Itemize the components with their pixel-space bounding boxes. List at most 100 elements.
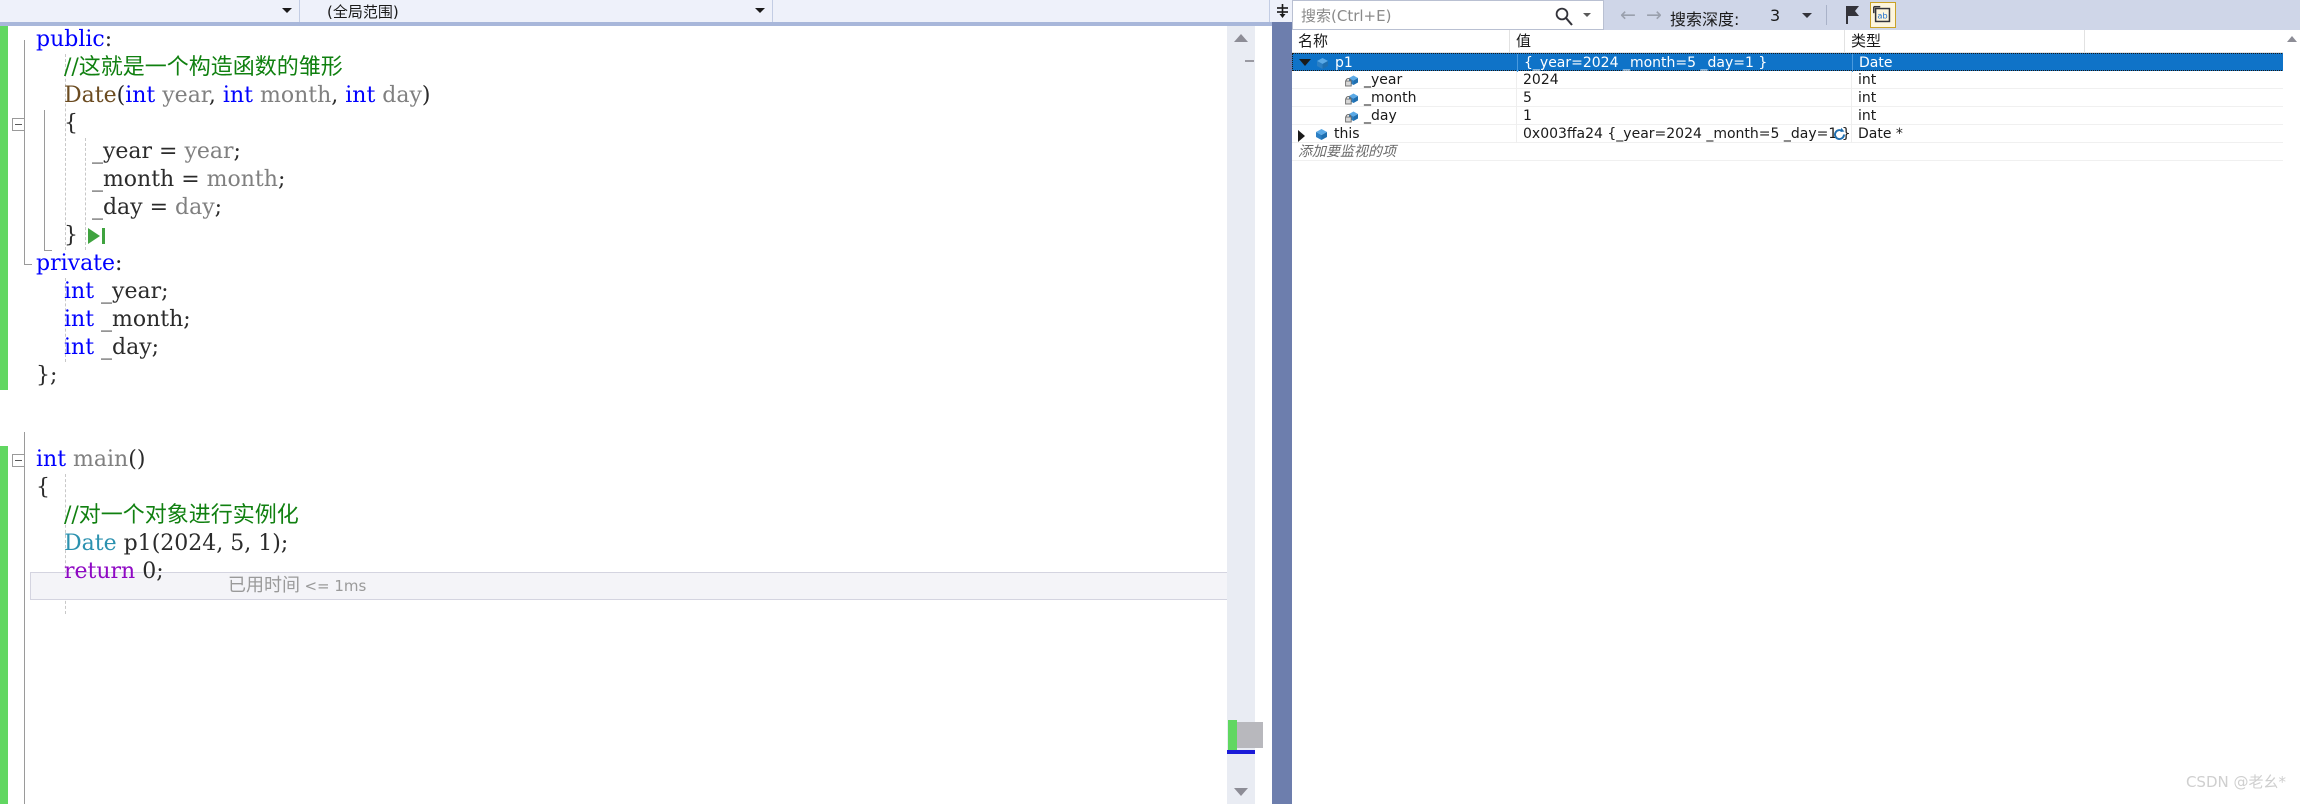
object-icon: [1315, 56, 1330, 71]
code-token: ;: [277, 167, 286, 192]
scope-dropdown[interactable]: (全局范围): [313, 0, 773, 22]
scrollbar-thumb[interactable]: [1237, 722, 1263, 748]
code-line[interactable]: [0, 390, 1255, 418]
scrollbar-caret-marker: [1227, 750, 1255, 754]
watch-vertical-scrollbar[interactable]: [2283, 30, 2300, 804]
code-line[interactable]: };: [0, 362, 1255, 390]
chevron-down-icon: [755, 8, 765, 13]
search-previous-button[interactable]: ←: [1618, 6, 1638, 25]
code-token: public: [36, 27, 105, 52]
watch-row[interactable]: _month 5 int: [1292, 89, 2300, 107]
code-line[interactable]: {: [0, 474, 1255, 502]
pin-icon: [1846, 6, 1859, 24]
elapsed-time-adornment: 已用时间 <= 1ms: [228, 572, 366, 600]
code-line[interactable]: Date p1(2024, 5, 1);: [0, 530, 1255, 558]
code-token: :: [104, 27, 113, 52]
column-header-type[interactable]: 类型: [1845, 30, 2085, 53]
search-depth-value[interactable]: 3: [1770, 6, 1780, 25]
code-lines[interactable]: public: //这就是一个构造函数的雏形 Date(int year, in…: [0, 26, 1255, 586]
code-token: }: [36, 223, 78, 248]
expander-expanded-icon[interactable]: [1299, 59, 1311, 66]
expander-collapsed-icon[interactable]: [1298, 130, 1305, 142]
code-token: int: [63, 307, 95, 332]
column-header-name[interactable]: 名称: [1292, 30, 1510, 53]
code-token: ,: [331, 83, 346, 108]
code-line[interactable]: [0, 418, 1255, 446]
code-token: Date: [63, 83, 117, 108]
refresh-icon[interactable]: [1832, 127, 1847, 142]
triangle-down-icon: [1234, 788, 1248, 796]
code-line[interactable]: _month = month;: [0, 166, 1255, 194]
watch-grid[interactable]: 名称 值 类型 p1 {_year=2024 _month=5 _day=1 } D…: [1292, 30, 2300, 804]
pin-button[interactable]: [1840, 2, 1866, 28]
watch-row-name: this: [1334, 126, 1360, 142]
member-dropdown[interactable]: [780, 0, 1270, 22]
code-surface[interactable]: public: //这就是一个构造函数的雏形 Date(int year, in…: [0, 26, 1255, 804]
code-line[interactable]: {: [0, 110, 1255, 138]
watch-row-value[interactable]: 1: [1516, 107, 1532, 125]
code-line[interactable]: _year = year;: [0, 138, 1255, 166]
watch-row-value[interactable]: 5: [1516, 89, 1532, 107]
code-line[interactable]: return 0;: [0, 558, 1255, 586]
watch-row-name: _month: [1364, 90, 1417, 106]
watch-row[interactable]: _day 1 int: [1292, 107, 2300, 125]
code-line[interactable]: private:: [0, 250, 1255, 278]
watch-row-value[interactable]: 2024: [1516, 71, 1559, 89]
add-watch-row[interactable]: 添加要监视的项: [1292, 143, 2300, 161]
hex-display-icon: ab: [1873, 5, 1891, 23]
code-line[interactable]: _day = day;: [0, 194, 1255, 222]
hexadecimal-display-button[interactable]: ab: [1870, 2, 1896, 28]
watch-grid-header: 名称 值 类型: [1292, 30, 2300, 53]
scroll-up-button[interactable]: [1227, 26, 1255, 50]
watch-row-value[interactable]: {_year=2024 _month=5 _day=1 }: [1517, 54, 1767, 72]
code-line[interactable]: Date(int year, int month, int day): [0, 82, 1255, 110]
code-token: _month: [36, 167, 175, 192]
pane-splitter[interactable]: [1272, 22, 1292, 804]
watch-row[interactable]: _year 2024 int: [1292, 71, 2300, 89]
code-editor-pane: (全局范围) public: //这就是一个构造函数的雏形 Date(int y…: [0, 0, 1292, 804]
scroll-down-button[interactable]: [1227, 780, 1255, 804]
code-line[interactable]: int _month;: [0, 306, 1255, 334]
search-depth-chevron-down-icon[interactable]: [1802, 13, 1812, 18]
field-icon: [1344, 91, 1359, 106]
code-token: (: [116, 83, 126, 108]
watch-row[interactable]: p1 {_year=2024 _month=5 _day=1 } Date: [1292, 53, 2300, 72]
editor-vertical-scrollbar[interactable]: [1227, 26, 1263, 804]
search-next-button[interactable]: →: [1644, 6, 1664, 25]
visual-studio-debug-window: (全局范围) public: //这就是一个构造函数的雏形 Date(int y…: [0, 0, 2300, 804]
code-token: ,: [216, 531, 231, 556]
search-icon[interactable]: [1553, 5, 1575, 27]
svg-text:ab: ab: [1877, 11, 1887, 21]
elapsed-time-value: <= 1ms: [304, 577, 367, 595]
code-line[interactable]: int main(): [0, 446, 1255, 474]
code-token: 0: [142, 559, 157, 584]
watch-grid-rows[interactable]: p1 {_year=2024 _month=5 _day=1 } Date _year…: [1292, 53, 2300, 143]
code-line[interactable]: }: [0, 222, 1255, 250]
project-dropdown[interactable]: [0, 0, 300, 22]
splitter-handle[interactable]: [1272, 0, 1292, 22]
code-line[interactable]: public:: [0, 26, 1255, 54]
watch-row-value[interactable]: 0x003ffa24 {_year=2024 _month=5 _day=1 }: [1516, 125, 1851, 143]
triangle-up-icon: [2286, 35, 2297, 42]
code-line[interactable]: int _year;: [0, 278, 1255, 306]
search-options-chevron-icon[interactable]: [1583, 13, 1591, 17]
code-token: month: [206, 167, 278, 192]
search-input[interactable]: 搜索(Ctrl+E): [1292, 0, 1604, 30]
code-token: day: [175, 195, 215, 220]
code-token: };: [36, 363, 58, 388]
code-line[interactable]: int _day;: [0, 334, 1255, 362]
code-token: {: [36, 111, 78, 136]
watch-scroll-up-button[interactable]: [2283, 30, 2300, 47]
code-token: int: [36, 447, 67, 472]
watch-row[interactable]: this 0x003ffa24 {_year=2024 _month=5 _day…: [1292, 125, 2300, 143]
watch-row-name: _day: [1364, 108, 1397, 124]
code-token: _year: [36, 139, 153, 164]
code-token: ): [421, 83, 431, 108]
code-line[interactable]: //对一个对象进行实例化: [0, 502, 1255, 530]
column-header-value[interactable]: 值: [1510, 30, 1845, 53]
watch-row-name: _year: [1364, 72, 1403, 88]
code-line[interactable]: //这就是一个构造函数的雏形: [0, 54, 1255, 82]
